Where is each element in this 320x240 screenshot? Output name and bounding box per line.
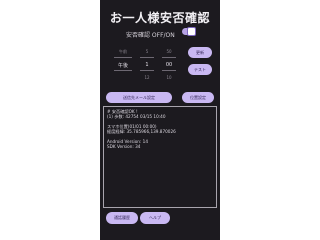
help-button[interactable]: ヘルプ xyxy=(140,212,170,224)
minute-selected[interactable]: 00 xyxy=(162,62,176,68)
test-button[interactable]: テスト xyxy=(188,64,212,75)
call-history-button[interactable]: 通話履歴 xyxy=(106,212,138,224)
log-line: SDK Version: 34 xyxy=(107,144,141,150)
app-title: お一人様安否確認 xyxy=(109,11,210,25)
switch-knob[interactable] xyxy=(187,27,196,36)
picker-divider xyxy=(162,70,176,71)
status-log: # 安否確認OK ! (1) 歩数: 42754 03/15 10:40 スマホ… xyxy=(103,106,217,208)
minute-option-below[interactable]: 10 xyxy=(162,75,176,80)
period-option-above[interactable]: 午前 xyxy=(114,49,132,55)
update-button[interactable]: 更新 xyxy=(188,47,212,58)
picker-divider xyxy=(140,57,154,58)
picker-divider xyxy=(114,57,132,58)
hour-option-above[interactable]: 5 xyxy=(140,49,154,54)
safety-check-switch[interactable] xyxy=(182,27,196,36)
message-settings-button[interactable]: 送信先メール設定 xyxy=(106,92,172,103)
hour-option-below[interactable]: 12 xyxy=(140,75,154,80)
picker-divider xyxy=(140,70,154,71)
minute-option-above[interactable]: 50 xyxy=(162,49,176,54)
app-screen: お一人様安否確認 安否確認 OFF/ON 午前 午後 5 1 12 50 00 … xyxy=(100,0,220,240)
period-selected[interactable]: 午後 xyxy=(114,62,132,69)
hour-selected[interactable]: 1 xyxy=(140,62,154,68)
picker-divider xyxy=(114,70,132,71)
location-settings-button[interactable]: 位置設定 xyxy=(182,92,214,103)
safety-check-row: 安否確認 OFF/ON xyxy=(126,29,175,39)
safety-check-label: 安否確認 OFF/ON xyxy=(126,31,175,39)
picker-divider xyxy=(162,57,176,58)
